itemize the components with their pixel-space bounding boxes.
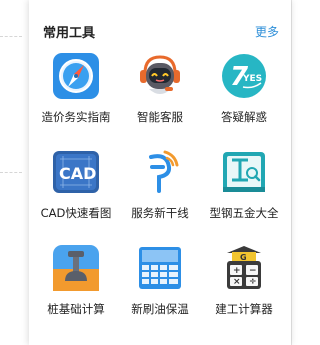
tool-label: CAD快速看图 [40, 206, 112, 220]
compass-icon [51, 51, 101, 101]
tool-service-line[interactable]: 服务新干线 [116, 141, 204, 231]
tool-pile-foundation[interactable]: 桩基础计算 [32, 237, 120, 327]
tool-paint-insulation[interactable]: 新刷油保温 [116, 237, 204, 327]
tool-qa[interactable]: 7 YES 答疑解惑 [200, 45, 288, 135]
panel-header: 常用工具 更多 [43, 22, 279, 42]
tool-label: 建工计算器 [215, 302, 273, 316]
calculator-icon: G + − × ÷ [219, 243, 269, 293]
qa-7yes-icon: 7 YES [219, 51, 269, 101]
panel-title: 常用工具 [43, 26, 96, 41]
paint-insulation-icon [135, 243, 185, 293]
svg-text:YES: YES [242, 74, 262, 84]
svg-text:G: G [240, 253, 247, 262]
tool-cost-guide[interactable]: 造价务实指南 [32, 45, 120, 135]
tool-label: 型钢五金大全 [209, 206, 279, 220]
more-link[interactable]: 更多 [255, 23, 279, 40]
background-divider [0, 172, 22, 173]
tool-cad-viewer[interactable]: CAD CAD快速看图 [32, 141, 120, 231]
robot-icon [135, 51, 185, 101]
background-divider [0, 36, 22, 37]
svg-text:CAD: CAD [59, 164, 96, 183]
service-line-icon [135, 147, 185, 197]
cad-icon: CAD [51, 147, 101, 197]
tool-label: 新刷油保温 [131, 302, 189, 316]
pile-foundation-icon [51, 243, 101, 293]
common-tools-panel: 常用工具 更多 造价务实指南 智能客服 7 YES 答疑解惑 CAD CAD快速… [29, 0, 291, 345]
tool-label: 智能客服 [137, 110, 183, 124]
tool-label: 答疑解惑 [221, 110, 267, 124]
tool-label: 服务新干线 [131, 206, 189, 220]
tool-construction-calculator[interactable]: G + − × ÷ 建工计算器 [200, 237, 288, 327]
tool-label: 桩基础计算 [47, 302, 105, 316]
svg-text:−: − [249, 266, 257, 276]
background-page-right [291, 0, 299, 345]
tool-steel-hardware[interactable]: 型钢五金大全 [200, 141, 288, 231]
svg-text:+: + [233, 266, 241, 276]
svg-text:÷: ÷ [249, 277, 257, 287]
tool-smart-service[interactable]: 智能客服 [116, 45, 204, 135]
steel-book-icon [219, 147, 269, 197]
tool-label: 造价务实指南 [41, 110, 111, 124]
svg-text:×: × [233, 277, 241, 287]
